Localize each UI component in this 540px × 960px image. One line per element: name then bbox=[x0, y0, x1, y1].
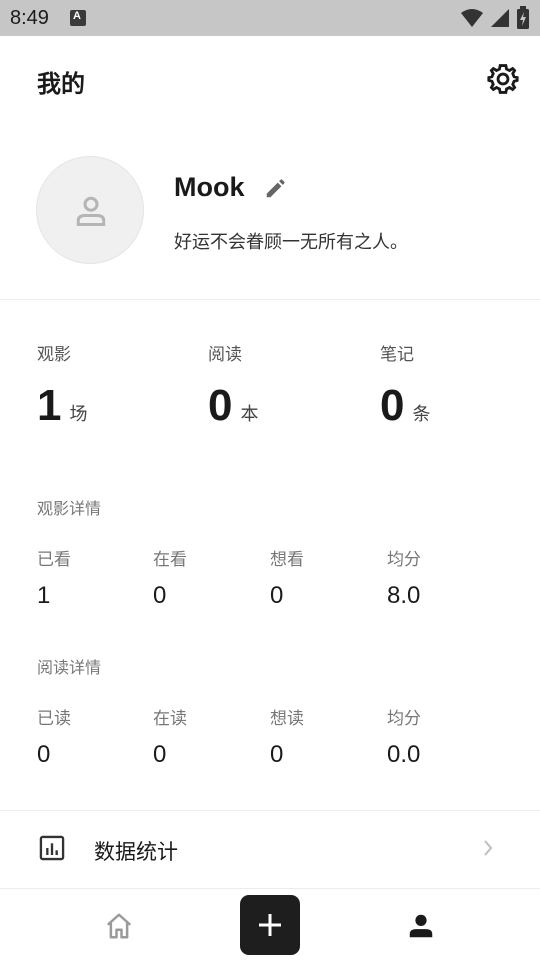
detail-label: 均分 bbox=[387, 550, 421, 570]
detail-value: 0 bbox=[270, 741, 284, 768]
reading-details-row: 已读 0 在读 0 想读 0 均分 0.0 bbox=[0, 704, 540, 774]
home-icon[interactable] bbox=[104, 911, 134, 941]
detail-value: 0 bbox=[270, 582, 284, 609]
header: 我的 bbox=[0, 36, 540, 122]
detail-reading[interactable]: 在读 0 bbox=[153, 704, 187, 769]
stat-unit: 本 bbox=[240, 404, 259, 425]
movie-details-row: 已看 1 在看 0 想看 0 均分 8.0 bbox=[0, 545, 540, 615]
detail-value: 1 bbox=[37, 582, 51, 609]
detail-label: 均分 bbox=[387, 709, 421, 729]
data-statistics-item[interactable]: 数据统计 bbox=[0, 812, 540, 884]
add-button[interactable] bbox=[240, 895, 300, 955]
battery-icon bbox=[517, 6, 529, 29]
stat-movies[interactable]: 观影 1场 bbox=[37, 340, 87, 431]
username: Mook bbox=[174, 172, 245, 202]
profile-motto: 好运不会眷顾一无所有之人。 bbox=[174, 232, 408, 253]
settings-button[interactable] bbox=[486, 62, 520, 96]
status-icons bbox=[460, 6, 530, 30]
user-placeholder-icon bbox=[76, 196, 106, 226]
stats-summary: 观影 1场 阅读 0本 笔记 0条 bbox=[0, 300, 540, 450]
page-title: 我的 bbox=[37, 70, 85, 98]
stat-label: 观影 bbox=[37, 345, 71, 365]
movie-details-title: 观影详情 bbox=[37, 499, 102, 518]
profile-section: Mook 好运不会眷顾一无所有之人。 bbox=[0, 122, 540, 300]
detail-reading-average[interactable]: 均分 0.0 bbox=[387, 704, 421, 769]
detail-label: 在看 bbox=[153, 550, 187, 570]
avatar[interactable] bbox=[36, 156, 144, 264]
status-time: 8:49 bbox=[10, 7, 49, 29]
detail-want-to-read[interactable]: 想读 0 bbox=[270, 704, 304, 769]
detail-label: 已看 bbox=[37, 550, 71, 570]
section-divider bbox=[0, 810, 540, 811]
detail-read[interactable]: 已读 0 bbox=[37, 704, 71, 769]
stat-value: 1 bbox=[37, 381, 62, 430]
stat-notes[interactable]: 笔记 0条 bbox=[380, 340, 430, 431]
signal-icon bbox=[490, 9, 509, 27]
menu-label: 数据统计 bbox=[94, 840, 178, 864]
detail-value: 0 bbox=[37, 741, 51, 768]
stat-unit: 条 bbox=[412, 404, 431, 425]
chevron-right-icon bbox=[484, 840, 493, 856]
bottom-nav bbox=[0, 888, 540, 960]
notification-a-icon: A bbox=[70, 10, 86, 26]
detail-value: 8.0 bbox=[387, 582, 421, 609]
reading-details-title: 阅读详情 bbox=[37, 658, 102, 677]
status-bar: 8:49 A bbox=[0, 0, 540, 36]
detail-watched[interactable]: 已看 1 bbox=[37, 545, 71, 610]
add-icon bbox=[259, 914, 281, 936]
detail-watching[interactable]: 在看 0 bbox=[153, 545, 187, 610]
detail-value: 0.0 bbox=[387, 741, 421, 768]
detail-movie-average[interactable]: 均分 8.0 bbox=[387, 545, 421, 610]
stat-value: 0 bbox=[208, 381, 233, 430]
detail-label: 想读 bbox=[270, 709, 304, 729]
detail-label: 想看 bbox=[270, 550, 304, 570]
profile-icon[interactable] bbox=[406, 911, 436, 941]
gear-icon bbox=[487, 64, 519, 94]
pencil-icon[interactable] bbox=[264, 178, 286, 200]
detail-value: 0 bbox=[153, 741, 167, 768]
bar-chart-icon bbox=[39, 835, 65, 861]
stat-unit: 场 bbox=[69, 404, 88, 425]
stat-reading[interactable]: 阅读 0本 bbox=[208, 340, 258, 431]
detail-label: 已读 bbox=[37, 709, 71, 729]
stat-value: 0 bbox=[380, 381, 405, 430]
wifi-icon bbox=[460, 9, 483, 27]
stat-label: 笔记 bbox=[380, 345, 414, 365]
stat-label: 阅读 bbox=[208, 345, 242, 365]
detail-want-to-watch[interactable]: 想看 0 bbox=[270, 545, 304, 610]
detail-label: 在读 bbox=[153, 709, 187, 729]
detail-value: 0 bbox=[153, 582, 167, 609]
